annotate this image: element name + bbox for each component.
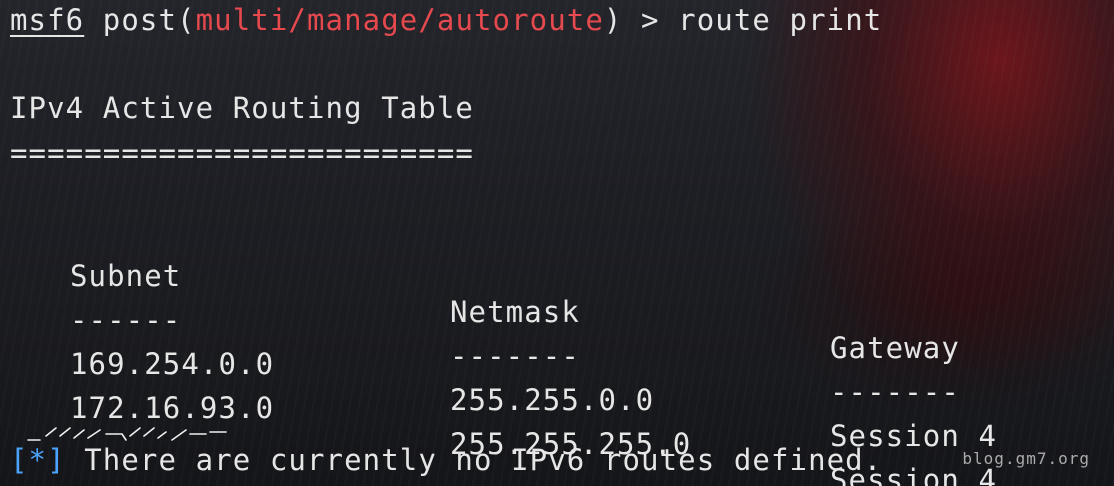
row-subnet: 172.16.93.0 — [70, 391, 275, 425]
status-marker: [*] — [10, 443, 66, 477]
prompt-shell: msf6 — [10, 3, 85, 37]
table-heading: IPv4 Active Routing Table — [10, 91, 474, 125]
watermark: blog.gm7.org — [962, 449, 1090, 468]
table-heading-underline: ========================= — [10, 136, 474, 170]
prompt-line: msf6 post(multi/manage/autoroute) > rout… — [10, 2, 882, 38]
table-row: 172.16.93.0 255.255.255.0 Session 4 — [70, 354, 1070, 486]
status-line: [*] There are currently no IPv6 routes d… — [10, 442, 882, 478]
table-row: 169.254.0.0 255.255.0.0 Session 4 — [70, 310, 1070, 453]
prompt-module: multi/manage/autoroute — [195, 3, 604, 37]
prompt-prefix: post( — [84, 3, 196, 37]
status-message: There are currently no IPv6 routes defin… — [65, 443, 883, 477]
terminal-window[interactable]: msf6 post(multi/manage/autoroute) > rout… — [0, 0, 1114, 486]
table-separator-row: ------ ------- ------- — [70, 266, 1070, 409]
prompt-suffix: ) > — [603, 3, 679, 37]
table-header-row: Subnet Netmask Gateway — [70, 222, 1070, 365]
prompt-command: route print — [678, 3, 883, 37]
